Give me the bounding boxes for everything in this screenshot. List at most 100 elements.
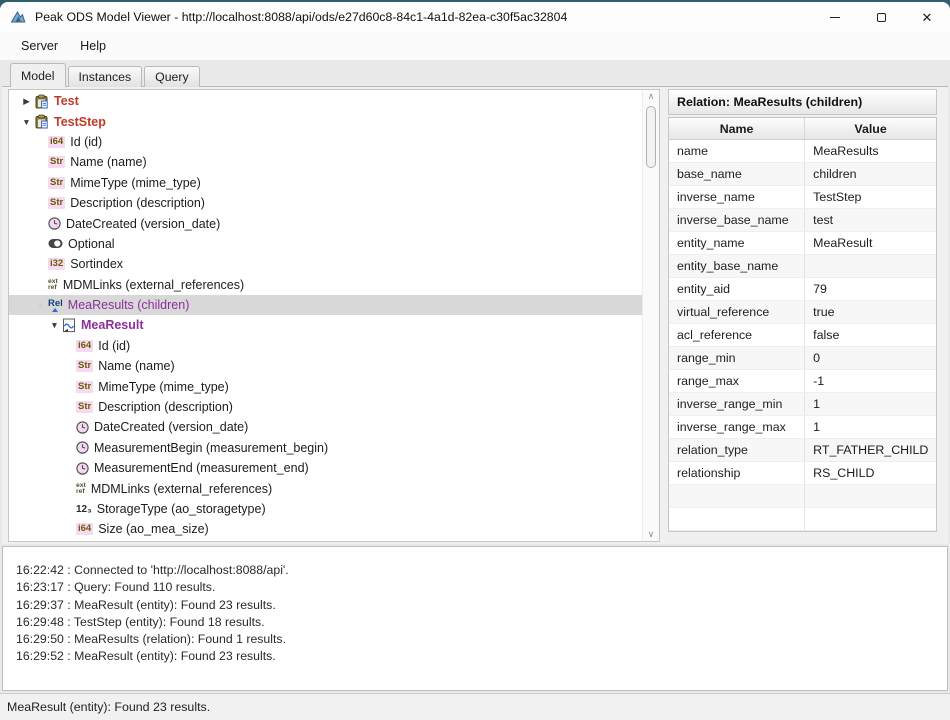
tree-item-label: MDMLinks (external_references) [91, 482, 272, 496]
detail-name: relationship [669, 462, 805, 484]
collapse-arrow-icon[interactable]: ▼ [19, 117, 34, 127]
tree-item-name-name[interactable]: StrName (name) [9, 356, 642, 376]
tree-item-label: Name (name) [98, 359, 174, 373]
detail-value: RT_FATHER_CHILD [805, 439, 936, 461]
tree-item-sortindex[interactable]: i32Sortindex [9, 254, 642, 274]
detail-value: MeaResult [805, 232, 936, 254]
column-header-name[interactable]: Name [669, 118, 805, 139]
detail-row-range-min[interactable]: range_min0 [669, 347, 936, 370]
tree-item-label: MeasurementEnd (measurement_end) [94, 461, 309, 475]
detail-row-entity-name[interactable]: entity_nameMeaResult [669, 232, 936, 255]
detail-row-base-name[interactable]: base_namechildren [669, 163, 936, 186]
tree-item-label: MDMLinks (external_references) [63, 278, 244, 292]
detail-row-empty-16[interactable] [669, 508, 936, 531]
detail-row-inverse-base-name[interactable]: inverse_base_nametest [669, 209, 936, 232]
tab-query[interactable]: Query [144, 66, 200, 87]
string-type-icon: Str [48, 197, 65, 209]
tree-item-mimetype-mime-type[interactable]: Str MimeType (mime_type) [9, 173, 642, 193]
tree-item-description-description[interactable]: StrDescription (description) [9, 193, 642, 213]
menu-help[interactable]: Help [69, 34, 117, 58]
tree-item-mearesult[interactable]: ▼ MeaResult [9, 315, 642, 335]
log-line: 16:29:37 : MeaResult (entity): Found 23 … [16, 597, 947, 614]
tab-model[interactable]: Model [10, 63, 66, 87]
status-bar: MeaResult (entity): Found 23 results. [0, 693, 950, 720]
tree-item-description-description[interactable]: StrDescription (description) [9, 397, 642, 417]
tree-item-name-name[interactable]: Str Name (name) [9, 152, 642, 172]
tree-item-mdmlinks-external-references[interactable]: extrefMDMLinks (external_references) [9, 478, 642, 498]
tree-item-label: MimeType (mime_type) [70, 176, 201, 190]
clock-icon [48, 217, 61, 230]
detail-value: -1 [805, 370, 936, 392]
detail-value [805, 485, 936, 507]
scrollbar-thumb[interactable] [646, 106, 656, 168]
detail-row-entity-base-name[interactable]: entity_base_name [669, 255, 936, 278]
details-rows: nameMeaResultsbase_namechildreninverse_n… [669, 140, 936, 531]
tree-item-size-ao-mea-size[interactable]: i64 Size (ao_mea_size) [9, 519, 642, 539]
collapse-arrow-icon[interactable]: ▼ [47, 320, 62, 330]
collapse-arrow-icon[interactable]: ▼ [33, 300, 48, 310]
scroll-up-icon[interactable]: ∧ [643, 91, 659, 102]
tree-item-teststep[interactable]: ▼TestStep [9, 111, 642, 131]
i64-type-icon: i64 [48, 136, 65, 148]
detail-value: MeaResults [805, 140, 936, 162]
tree-item-measurementend-measurement-end[interactable]: MeasurementEnd (measurement_end) [9, 458, 642, 478]
detail-name: inverse_base_name [669, 209, 805, 231]
detail-name: name [669, 140, 805, 162]
details-panel: Relation: MeaResults (children) Name Val… [668, 89, 937, 532]
detail-row-inverse-range-max[interactable]: inverse_range_max1 [669, 416, 936, 439]
tree-item-id-id[interactable]: i64Id (id) [9, 336, 642, 356]
enum-type-icon: 12₃ [76, 504, 92, 515]
tree-item-mdmlinks-external-references[interactable]: extrefMDMLinks (external_references) [9, 275, 642, 295]
detail-row-inverse-name[interactable]: inverse_nameTestStep [669, 186, 936, 209]
detail-name [669, 508, 805, 530]
detail-row-inverse-range-min[interactable]: inverse_range_min1 [669, 393, 936, 416]
i32-type-icon: i32 [48, 258, 65, 270]
tree-item-measurementbegin-measurement-begin[interactable]: MeasurementBegin (measurement_begin) [9, 438, 642, 458]
detail-row-empty-15[interactable] [669, 485, 936, 508]
tree-item-storagetype-ao-storagetype[interactable]: 12₃StorageType (ao_storagetype) [9, 499, 642, 519]
detail-row-entity-aid[interactable]: entity_aid79 [669, 278, 936, 301]
detail-row-virtual-reference[interactable]: virtual_referencetrue [669, 301, 936, 324]
detail-row-relation-type[interactable]: relation_typeRT_FATHER_CHILD [669, 439, 936, 462]
toggle-icon [48, 238, 63, 249]
title-bar: Peak ODS Model Viewer - http://localhost… [0, 2, 950, 32]
details-header: Relation: MeaResults (children) [668, 89, 937, 115]
tree-item-mimetype-mime-type[interactable]: StrMimeType (mime_type) [9, 376, 642, 396]
tree-item-optional[interactable]: Optional [9, 234, 642, 254]
detail-value: false [805, 324, 936, 346]
log-line: 16:29:52 : MeaResult (entity): Found 23 … [16, 648, 947, 665]
maximize-button[interactable] [858, 2, 904, 32]
close-button[interactable]: ✕ [904, 2, 950, 32]
tab-instances[interactable]: Instances [68, 66, 143, 87]
detail-value: 0 [805, 347, 936, 369]
log-line: 16:22:42 : Connected to 'http://localhos… [16, 562, 947, 579]
detail-row-relationship[interactable]: relationshipRS_CHILD [669, 462, 936, 485]
detail-name: entity_aid [669, 278, 805, 300]
tab-strip: ModelInstancesQuery [10, 64, 202, 87]
i64-type-icon: i64 [76, 340, 93, 352]
minimize-button[interactable] [812, 2, 858, 32]
tree-item-id-id[interactable]: i64Id (id) [9, 132, 642, 152]
detail-value [805, 255, 936, 277]
tree-item-datecreated-version-date[interactable]: DateCreated (version_date) [9, 213, 642, 233]
tree-item-label: MeaResult [81, 318, 144, 332]
detail-row-name[interactable]: nameMeaResults [669, 140, 936, 163]
detail-row-acl-reference[interactable]: acl_referencefalse [669, 324, 936, 347]
detail-row-range-max[interactable]: range_max-1 [669, 370, 936, 393]
tree-item-label: Size (ao_mea_size) [98, 522, 208, 536]
i64-type-icon: i64 [76, 523, 93, 535]
tree-item-label: MeaResults (children) [68, 298, 190, 312]
tree-item-datecreated-version-date[interactable]: DateCreated (version_date) [9, 417, 642, 437]
tree-item-label: Name (name) [70, 155, 146, 169]
column-header-value[interactable]: Value [805, 118, 936, 139]
scroll-down-icon[interactable]: ∨ [643, 529, 659, 540]
string-type-icon: Str [48, 156, 65, 168]
tree-scrollbar[interactable]: ∧ ∨ [642, 90, 659, 541]
tree-item-mearesults-children[interactable]: ▼RelMeaResults (children) [9, 295, 642, 315]
detail-value: test [805, 209, 936, 231]
string-type-icon: Str [48, 177, 65, 189]
detail-name: virtual_reference [669, 301, 805, 323]
tree-item-test[interactable]: ▶Test [9, 91, 642, 111]
menu-server[interactable]: Server [10, 34, 69, 58]
expand-arrow-icon[interactable]: ▶ [19, 96, 34, 107]
